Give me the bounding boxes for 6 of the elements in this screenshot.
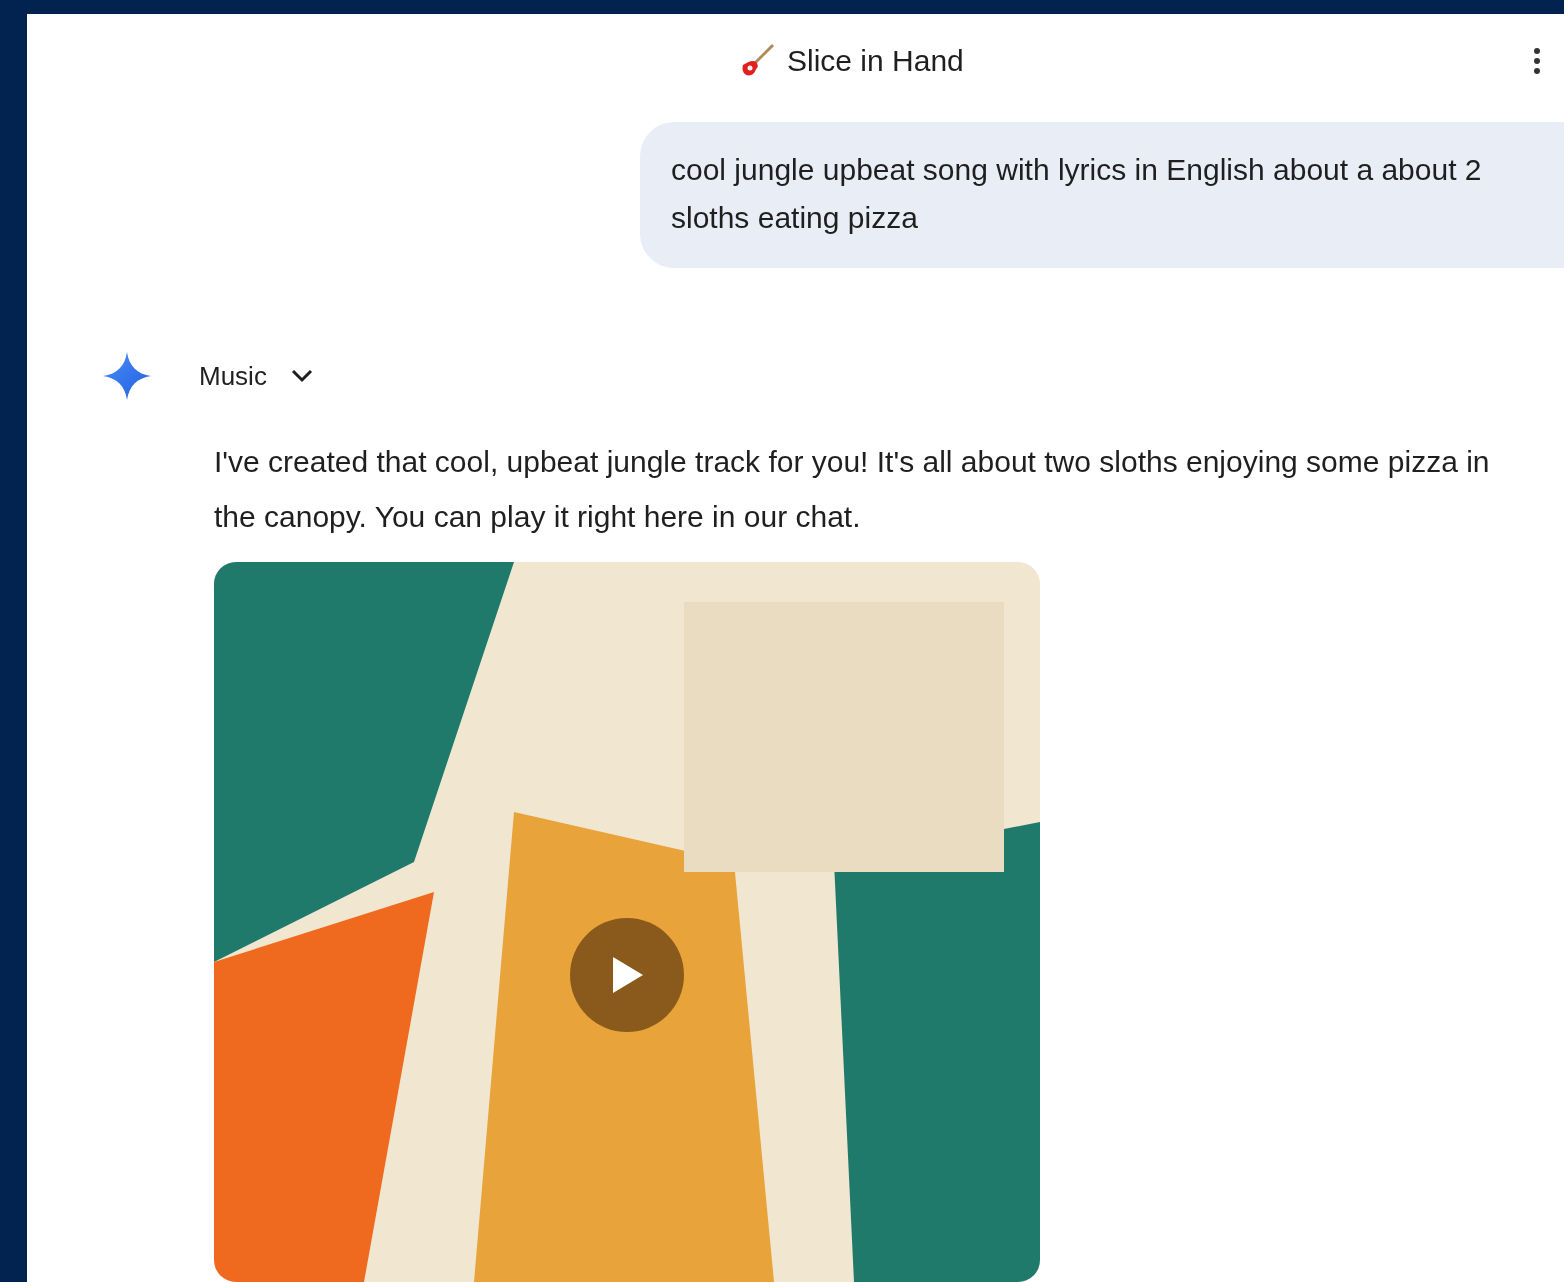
sparkle-icon [103, 352, 151, 400]
music-dropdown[interactable]: Music [199, 360, 313, 392]
response-text: I've created that cool, upbeat jungle track for you! It's all about two sloths enjoying some pizza in the canopy. You can play it right here in our chat. [214, 444, 1491, 535]
chevron-down-icon [290, 369, 313, 383]
user-message: cool jungle upbeat song with lyrics in English about a about 2 sloths eating pizza [640, 122, 1564, 268]
chat-title: Slice in Hand [787, 43, 964, 78]
